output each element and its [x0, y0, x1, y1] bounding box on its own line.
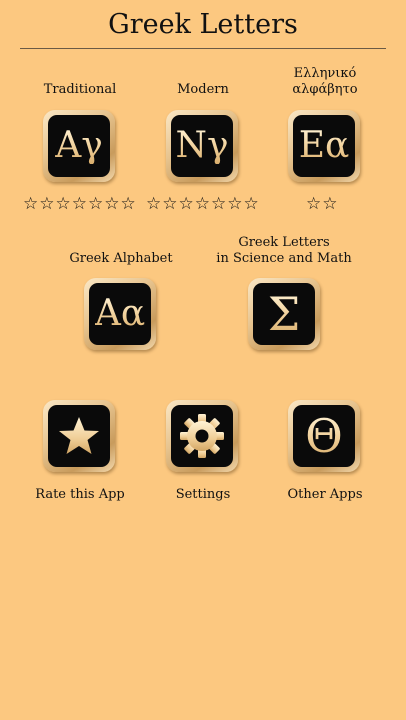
- greek-alphabet-glyph: Αα: [94, 293, 146, 334]
- modern-button[interactable]: Νγ: [166, 110, 238, 182]
- greek-alphabet-gr-glyph: Εα: [298, 125, 350, 166]
- science-math-label-line2: in Science and Math: [216, 251, 352, 266]
- greek-alphabet-gr-label-line2: αλφάβητο: [292, 82, 358, 97]
- science-math-label-wrap: Greek Letters in Science and Math: [216, 235, 352, 267]
- science-math-label-line1: Greek Letters: [238, 235, 330, 250]
- greek-alphabet-label: Greek Alphabet: [69, 251, 173, 266]
- traditional-stars: ☆☆☆☆☆☆☆: [23, 194, 137, 214]
- other-apps-button[interactable]: Θ: [288, 400, 360, 472]
- sigma-glyph: Σ: [267, 287, 301, 341]
- traditional-label-wrap: Traditional: [20, 82, 140, 98]
- other-apps-label-wrap: Other Apps: [265, 487, 385, 503]
- rate-app-label-wrap: Rate this App: [20, 487, 140, 503]
- rate-app-label: Rate this App: [35, 487, 125, 502]
- rate-app-button[interactable]: [43, 400, 115, 472]
- settings-label: Settings: [175, 487, 231, 502]
- title-divider: [20, 48, 386, 49]
- greek-alphabet-gr-stars: ☆☆: [306, 194, 339, 214]
- greek-alphabet-gr-button[interactable]: Εα: [288, 110, 360, 182]
- modern-stars: ☆☆☆☆☆☆☆: [146, 194, 260, 214]
- modern-glyph: Νγ: [175, 125, 229, 166]
- traditional-button[interactable]: Αγ: [43, 110, 115, 182]
- greek-alphabet-gr-label-wrap: Ελληνικό αλφάβητο: [265, 66, 385, 98]
- modern-label-wrap: Modern: [143, 82, 263, 98]
- traditional-label: Traditional: [43, 82, 117, 97]
- science-math-button[interactable]: Σ: [248, 278, 320, 350]
- page-title: Greek Letters: [108, 9, 298, 40]
- other-apps-label: Other Apps: [287, 487, 363, 502]
- gear-icon: [180, 414, 224, 458]
- greek-alphabet-button[interactable]: Αα: [84, 278, 156, 350]
- greek-alphabet-gr-label-line1: Ελληνικό: [293, 66, 357, 81]
- settings-label-wrap: Settings: [143, 487, 263, 503]
- star-icon: [59, 417, 99, 454]
- modern-label: Modern: [177, 82, 229, 97]
- traditional-glyph: Αγ: [55, 125, 103, 166]
- greek-alphabet-label-wrap: Greek Alphabet: [60, 251, 182, 267]
- settings-button[interactable]: [166, 400, 238, 472]
- theta-glyph: Θ: [305, 409, 343, 463]
